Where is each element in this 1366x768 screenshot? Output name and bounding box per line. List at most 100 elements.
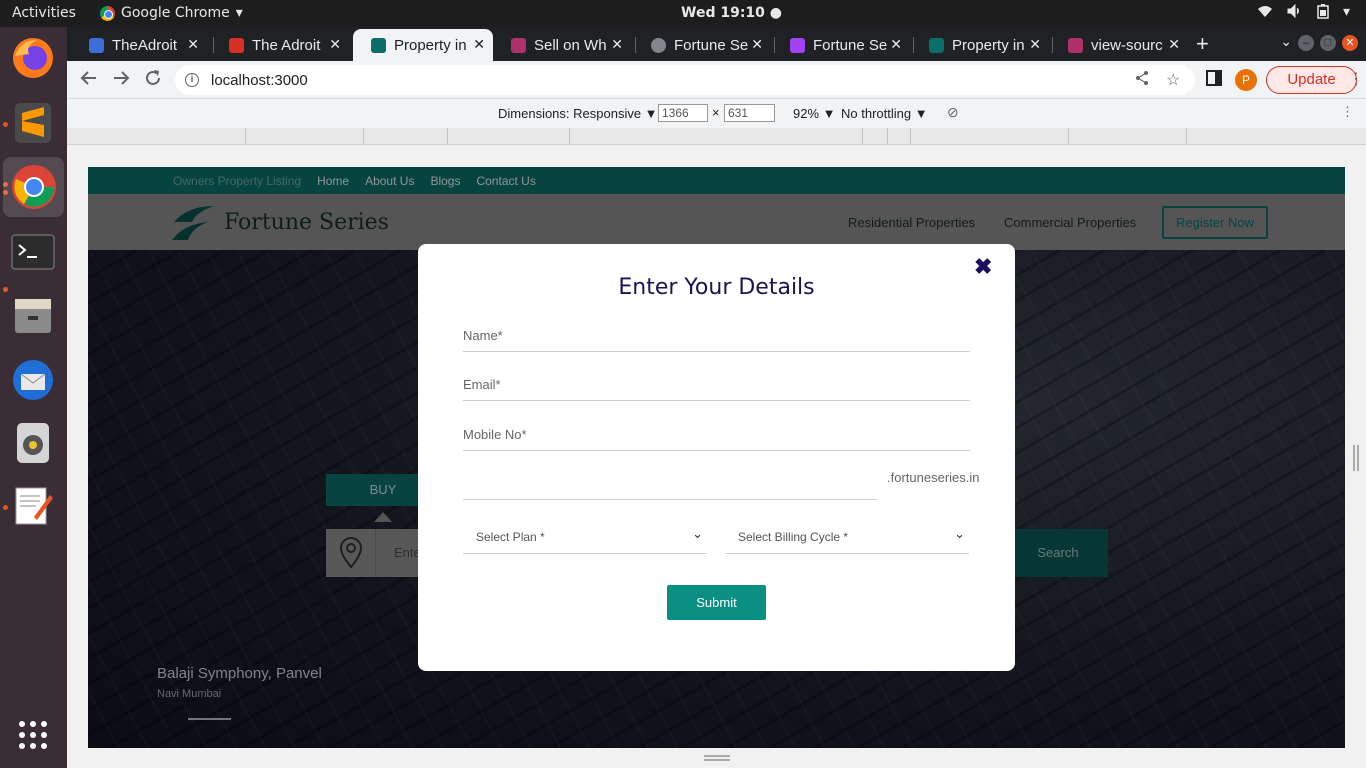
reload-icon <box>146 70 160 85</box>
tab-label: Property in <box>394 36 467 54</box>
tab-active[interactable]: Property in ✕ <box>353 29 493 61</box>
chevron-down-icon: ⌄ <box>692 526 703 541</box>
tab-label: Fortune Se <box>674 36 748 54</box>
sublime-text-icon <box>15 103 51 143</box>
tab-label: TheAdroit <box>112 36 178 54</box>
arrow-right-icon <box>114 71 130 85</box>
email-placeholder: Email* <box>463 377 501 392</box>
subdomain-field[interactable] <box>463 466 877 500</box>
share-icon[interactable] <box>1134 70 1150 91</box>
details-modal: ✖ Enter Your Details Name* Email* Mobile… <box>418 244 1015 671</box>
close-tab-icon[interactable]: ✕ <box>890 36 902 53</box>
close-tab-icon[interactable]: ✕ <box>473 36 485 53</box>
dimensions-dropdown[interactable]: Dimensions: Responsive ▼ <box>498 106 658 121</box>
bookmark-star-icon[interactable]: ☆ <box>1166 70 1180 90</box>
forward-button[interactable] <box>112 69 130 92</box>
device-toolbar: Dimensions: Responsive ▼ 1366 × 631 92% … <box>67 99 1366 128</box>
volume-icon <box>1287 3 1303 23</box>
sublime-launcher[interactable] <box>10 100 56 146</box>
tab-strip: TheAdroit ✕ The Adroit ✕ Property in ✕ S… <box>67 27 1366 61</box>
profile-avatar[interactable]: P <box>1235 69 1257 91</box>
close-tab-icon[interactable]: ✕ <box>329 36 341 53</box>
running-indicator <box>3 287 8 292</box>
viewport-resize-handle-bottom[interactable] <box>704 755 730 761</box>
files-launcher[interactable] <box>10 292 56 338</box>
tab-label: Property in <box>952 36 1025 54</box>
select-billing-value: Select Billing Cycle * <box>738 530 849 544</box>
height-input[interactable]: 631 <box>724 104 775 122</box>
terminal-launcher[interactable] <box>10 229 56 275</box>
chrome-launcher[interactable] <box>3 157 64 217</box>
media-query-bar[interactable] <box>67 128 1366 145</box>
viewport-resize-handle-right[interactable] <box>1353 445 1359 471</box>
width-input[interactable]: 1366 <box>658 104 708 122</box>
mobile-placeholder: Mobile No* <box>463 427 527 442</box>
tab[interactable]: Fortune Se ✕ <box>772 29 910 61</box>
rotate-icon[interactable]: ⊘ <box>947 104 959 121</box>
new-tab-button[interactable]: + <box>1196 31 1209 57</box>
rhythmbox-launcher[interactable] <box>10 420 56 466</box>
tab-label: Fortune Se <box>813 36 887 54</box>
close-tab-icon[interactable]: ✕ <box>187 36 199 53</box>
app-name: Google Chrome <box>121 5 230 21</box>
wifi-icon <box>1257 4 1273 23</box>
zoom-dropdown[interactable]: 92% ▼ <box>793 106 836 121</box>
close-tab-icon[interactable]: ✕ <box>1029 36 1041 53</box>
modal-title: Enter Your Details <box>618 275 815 300</box>
close-tab-icon[interactable]: ✕ <box>751 36 763 53</box>
address-bar[interactable]: i localhost:3000 <box>175 65 1195 95</box>
chrome-menu-icon[interactable]: ⋮ <box>1348 69 1364 89</box>
tab-search-icon[interactable]: ⌄ <box>1280 33 1292 50</box>
url-text: localhost:3000 <box>211 71 308 89</box>
text-editor-launcher[interactable] <box>10 483 56 529</box>
tab[interactable]: Fortune Se ✕ <box>633 29 771 61</box>
name-placeholder: Name* <box>463 328 503 343</box>
app-menu[interactable]: Google Chrome ▾ <box>100 5 243 21</box>
close-tab-icon[interactable]: ✕ <box>611 36 623 53</box>
close-window-button[interactable]: ✕ <box>1342 35 1358 51</box>
battery-icon <box>1317 4 1329 23</box>
browser-toolbar: i localhost:3000 ☆ P Update ⋮ <box>67 61 1366 99</box>
globe-icon <box>651 37 666 53</box>
firefox-launcher[interactable] <box>10 35 56 81</box>
tab[interactable]: Sell on Wh ✕ <box>493 29 631 61</box>
site-info-icon[interactable]: i <box>185 73 199 87</box>
update-button[interactable]: Update <box>1266 66 1357 94</box>
tab[interactable]: view-sourc ✕ <box>1050 29 1188 61</box>
power-menu-icon: ▾ <box>1342 4 1350 20</box>
mobile-field[interactable]: Mobile No* <box>463 417 970 451</box>
tab[interactable]: Property in ✕ <box>911 29 1049 61</box>
tab[interactable]: The Adroit ✕ <box>211 29 349 61</box>
reload-button[interactable] <box>144 69 162 92</box>
select-plan-dropdown[interactable]: Select Plan * ⌄ <box>463 518 707 554</box>
running-indicator <box>3 505 8 510</box>
fortune-series-icon <box>371 37 386 53</box>
tab-label: view-sourc <box>1091 36 1163 54</box>
back-button[interactable] <box>80 69 98 92</box>
more-options-icon[interactable]: ⋮ <box>1341 104 1354 120</box>
system-tray[interactable]: ▾ <box>1257 3 1350 23</box>
dimension-separator: × <box>712 105 720 120</box>
arrow-left-icon <box>80 71 96 85</box>
page-favicon-icon <box>89 37 104 53</box>
page-favicon-icon <box>511 37 526 53</box>
name-field[interactable]: Name* <box>463 318 970 352</box>
email-field[interactable]: Email* <box>463 367 970 401</box>
show-applications-button[interactable] <box>10 712 56 758</box>
text-editor-icon <box>15 487 53 525</box>
subdomain-suffix: .fortuneseries.in <box>887 470 980 485</box>
chevron-down-icon: ▾ <box>235 5 243 21</box>
throttling-dropdown[interactable]: No throttling ▼ <box>841 106 928 121</box>
select-billing-dropdown[interactable]: Select Billing Cycle * ⌄ <box>725 518 969 554</box>
clock[interactable]: Wed 19:10 ● <box>681 5 782 21</box>
close-tab-icon[interactable]: ✕ <box>1168 36 1180 53</box>
maximize-button[interactable]: □ <box>1320 35 1336 51</box>
minimize-button[interactable]: – <box>1298 35 1314 51</box>
submit-button[interactable]: Submit <box>667 585 766 620</box>
web-page: Owners Property Listing Home About Us Bl… <box>88 167 1345 748</box>
tab[interactable]: TheAdroit ✕ <box>71 29 207 61</box>
thunderbird-icon <box>13 360 53 400</box>
side-panel-icon[interactable] <box>1206 70 1222 91</box>
thunderbird-launcher[interactable] <box>10 357 56 403</box>
activities-button[interactable]: Activities <box>12 5 76 21</box>
